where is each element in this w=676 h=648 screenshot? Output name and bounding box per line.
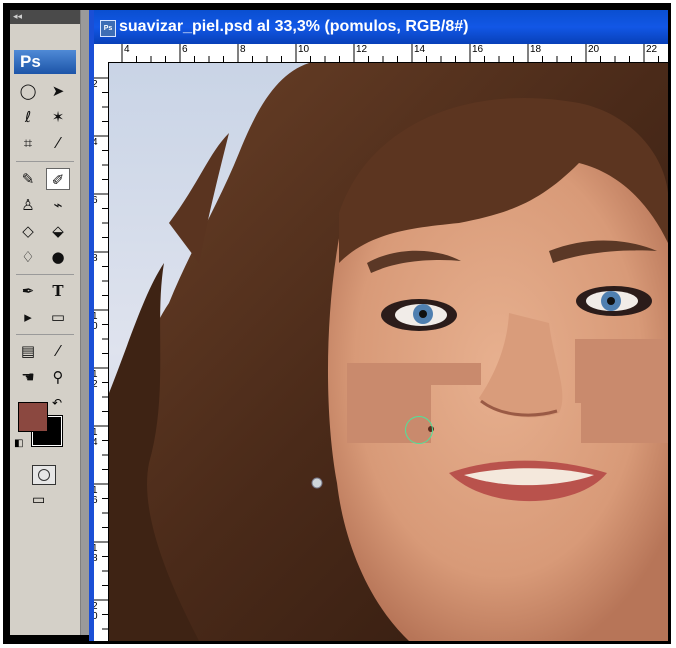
path-selection-tool-icon[interactable]: ▸ — [16, 306, 40, 328]
hruler-label: 6 — [182, 44, 188, 55]
earring — [311, 477, 323, 489]
shape-tool-icon[interactable]: ▭ — [46, 306, 70, 328]
hruler-label: 10 — [298, 44, 310, 55]
hruler-label: 14 — [414, 44, 426, 55]
crop-tool-icon[interactable]: ⌗ — [16, 132, 40, 154]
hruler-label: 4 — [124, 44, 130, 55]
right-pupil — [607, 297, 615, 305]
dodge-tool-icon[interactable]: ● — [46, 246, 70, 268]
hruler-label: 16 — [472, 44, 484, 55]
foreground-color-swatch[interactable] — [18, 402, 48, 432]
psd-document-icon: Ps — [100, 20, 116, 37]
horizontal-ruler[interactable]: 4 6 8 10 12 14 16 18 20 22 — [108, 44, 668, 63]
document-window: Ps suavizar_piel.psd al 33,3% (pomulos, … — [89, 10, 668, 641]
paint-bucket-tool-icon[interactable]: ⬙ — [46, 220, 70, 242]
move-tool-icon[interactable]: ➤ — [46, 80, 70, 102]
cheek-paint-right — [575, 339, 668, 443]
hruler-label: 8 — [240, 44, 246, 55]
hruler-label: 12 — [356, 44, 368, 55]
hand-tool-icon[interactable]: ☚ — [16, 366, 40, 388]
left-pupil — [419, 310, 427, 318]
document-title-bar[interactable]: Ps suavizar_piel.psd al 33,3% (pomulos, … — [89, 10, 668, 44]
toolbox-divider — [16, 334, 74, 335]
toolbox-collapse-icon[interactable]: ◂◂ — [10, 10, 80, 24]
eyedropper-tool-icon[interactable]: ⁄ — [46, 340, 70, 362]
swap-colors-icon[interactable]: ↶ — [52, 396, 62, 410]
clone-stamp-tool-icon[interactable]: ♙ — [16, 194, 40, 216]
toolbox-divider — [16, 274, 74, 275]
pen-tool-icon[interactable]: ✒ — [16, 280, 40, 302]
photoshop-logo[interactable]: Ps — [14, 50, 76, 74]
image-canvas[interactable] — [109, 63, 668, 641]
blur-tool-icon[interactable]: ♢ — [16, 246, 40, 268]
lasso-tool-icon[interactable]: ℓ — [16, 106, 40, 128]
eraser-tool-icon[interactable]: ◇ — [16, 220, 40, 242]
brush-cursor-icon — [405, 416, 433, 444]
type-tool-icon[interactable]: T — [46, 280, 70, 302]
marquee-tool-icon[interactable]: ◯ — [16, 80, 40, 102]
zoom-tool-icon[interactable]: ⚲ — [46, 366, 70, 388]
magic-wand-tool-icon[interactable]: ✶ — [46, 106, 70, 128]
workspace-gutter — [81, 10, 89, 635]
portrait-photo — [109, 63, 668, 641]
notes-tool-icon[interactable]: ▤ — [16, 340, 40, 362]
document-window-border — [89, 10, 94, 641]
default-colors-icon[interactable]: ◧ — [14, 438, 23, 449]
quick-mask-icon — [38, 469, 50, 481]
slice-tool-icon[interactable]: ⁄ — [46, 132, 70, 154]
screen-mode-button[interactable]: ▭ — [32, 492, 58, 510]
toolbox-divider — [16, 161, 74, 162]
history-brush-tool-icon[interactable]: ⌁ — [46, 194, 70, 216]
healing-brush-tool-icon[interactable]: ✎ — [16, 168, 40, 190]
quick-mask-button[interactable] — [32, 465, 56, 485]
horizontal-ruler-ticks — [121, 44, 659, 62]
document-title: suavizar_piel.psd al 33,3% (pomulos, RGB… — [119, 18, 469, 35]
hruler-label: 22 — [646, 44, 658, 55]
hruler-label: 20 — [588, 44, 600, 55]
hruler-label: 18 — [530, 44, 542, 55]
toolbox-panel: ◂◂ Ps ◯ ➤ ℓ ✶ ⌗ ⁄ ✎ ✐ ♙ ⌁ ◇ ⬙ ♢ ● ✒ T ▸ … — [10, 10, 81, 635]
brush-tool-icon[interactable]: ✐ — [46, 168, 70, 190]
